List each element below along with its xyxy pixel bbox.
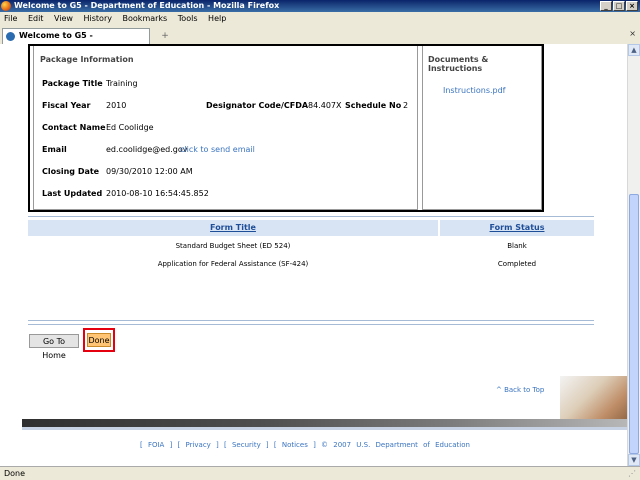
contact-name-value: Ed Coolidge	[106, 123, 154, 132]
tab-g5[interactable]: Welcome to G5 - Department of Educ...	[2, 28, 150, 54]
form-status-cell: Completed	[497, 260, 537, 268]
site-favicon-icon	[6, 32, 15, 41]
close-icon[interactable]: ×	[626, 1, 638, 11]
divider	[28, 216, 594, 217]
footer-bar-accent	[22, 427, 627, 430]
status-text: Done	[4, 469, 26, 478]
divider	[28, 324, 594, 325]
package-section-title: Package Information	[40, 55, 134, 64]
package-title-value: Training	[106, 79, 138, 88]
tab-bar: Welcome to G5 - Department of Educ... + …	[0, 26, 640, 54]
instructions-pdf-link[interactable]: Instructions.pdf	[443, 86, 506, 95]
last-updated-value: 2010-08-10 16:54:45.852	[106, 189, 209, 198]
email-value: ed.coolidge@ed.gov	[106, 145, 188, 154]
menu-bookmarks[interactable]: Bookmarks	[123, 14, 168, 23]
scroll-down-icon[interactable]: ▼	[628, 454, 640, 466]
schedule-label: Schedule No	[345, 101, 402, 110]
done-button-highlight: Done	[83, 328, 115, 352]
maximize-icon[interactable]: □	[613, 1, 625, 11]
scroll-thumb[interactable]	[629, 194, 639, 454]
closing-date-value: 09/30/2010 12:00 AM	[106, 167, 193, 176]
vertical-scrollbar[interactable]: ▲ ▼	[627, 44, 640, 466]
minimize-icon[interactable]: _	[600, 1, 612, 11]
contact-name-label: Contact Name	[42, 123, 106, 132]
cfda-label: Designator Code/CFDA	[206, 101, 309, 110]
menu-bar: File Edit View History Bookmarks Tools H…	[0, 12, 640, 26]
send-email-link[interactable]: click to send email	[180, 145, 255, 154]
tab-close-icon[interactable]: ×	[629, 29, 636, 38]
menu-tools[interactable]: Tools	[178, 14, 198, 23]
window-title: Welcome to G5 - Department of Education …	[14, 1, 280, 10]
status-bar: Done ⋰	[0, 466, 640, 480]
form-title-cell: Standard Budget Sheet (ED 524)	[175, 242, 291, 250]
last-updated-label: Last Updated	[42, 189, 103, 198]
package-info-box: Package Information Package Title Traini…	[28, 44, 544, 212]
fiscal-year-label: Fiscal Year	[42, 101, 91, 110]
form-title-header[interactable]: Form Title	[28, 220, 438, 236]
footer-links[interactable]: [ FOIA ] [ Privacy ] [ Security ] [ Noti…	[140, 441, 470, 449]
back-to-top-link[interactable]: ^ Back to Top	[496, 386, 544, 394]
firefox-icon	[1, 1, 11, 11]
package-info-panel: Package Information Package Title Traini…	[33, 46, 418, 210]
new-tab-icon[interactable]: +	[156, 30, 174, 42]
fiscal-year-value: 2010	[106, 101, 127, 110]
go-to-home-button[interactable]: Go To Home	[29, 334, 79, 360]
footer-bar	[22, 419, 627, 427]
form-title-cell: Application for Federal Assistance (SF-4…	[157, 260, 309, 268]
cfda-value: 84.407X	[308, 101, 342, 110]
documents-section-title: Documents & Instructions	[428, 55, 489, 73]
resize-grip-icon[interactable]: ⋰	[628, 469, 638, 479]
email-label: Email	[42, 145, 67, 154]
menu-view[interactable]: View	[54, 14, 73, 23]
page-viewport: Package Information Package Title Traini…	[0, 44, 627, 466]
window-title-bar: Welcome to G5 - Department of Education …	[0, 0, 640, 12]
scroll-up-icon[interactable]: ▲	[628, 44, 640, 56]
documents-panel: Documents & Instructions Instructions.pd…	[422, 46, 542, 210]
closing-date-label: Closing Date	[42, 167, 100, 176]
schedule-value: 2	[403, 101, 409, 110]
divider	[28, 320, 594, 321]
menu-file[interactable]: File	[4, 14, 17, 23]
package-title-label: Package Title	[42, 79, 103, 88]
menu-history[interactable]: History	[84, 14, 112, 23]
menu-help[interactable]: Help	[208, 14, 226, 23]
form-status-header[interactable]: Form Status	[440, 220, 594, 236]
menu-edit[interactable]: Edit	[28, 14, 44, 23]
form-status-cell: Blank	[507, 242, 527, 250]
done-button[interactable]: Done	[87, 333, 111, 347]
